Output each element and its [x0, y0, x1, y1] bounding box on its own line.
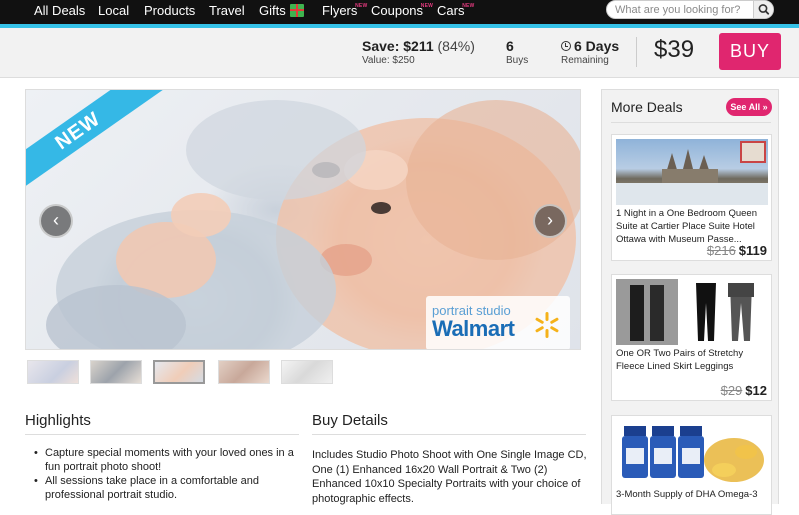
- new-badge: NEW: [355, 3, 368, 9]
- savings-amount: Save: $211 (84%): [362, 38, 475, 54]
- nav-cars-label: Cars: [437, 3, 465, 18]
- nav-gifts-label: Gifts: [259, 3, 286, 18]
- deal-card-title: 3-Month Supply of DHA Omega-3: [616, 489, 758, 500]
- list-item: Capture special moments with your loved …: [32, 446, 302, 474]
- supplement-photo: [622, 426, 764, 482]
- buy-details-rule: [312, 434, 586, 435]
- buy-details-heading: Buy Details: [312, 412, 388, 429]
- old-price: $216: [706, 243, 736, 258]
- save-label: Save: $211: [362, 38, 434, 54]
- spark-icon: [535, 312, 559, 338]
- deal-bar: Save: $211 (84%) Value: $250 6 Buys 6 Da…: [0, 28, 799, 78]
- original-value: Value: $250: [362, 55, 415, 66]
- search-input[interactable]: [615, 2, 753, 18]
- next-slide-button[interactable]: ›: [533, 204, 567, 238]
- deal-card-image: [616, 139, 768, 205]
- deal-card[interactable]: 1 Night in a One Bedroom Queen Suite at …: [611, 134, 772, 261]
- deal-card[interactable]: One OR Two Pairs of Stretchy Fleece Line…: [611, 274, 772, 401]
- hotel-photo: [616, 141, 768, 205]
- buys-count: 6: [506, 38, 514, 54]
- buy-button[interactable]: BUY: [719, 33, 781, 70]
- new-badge: NEW: [462, 3, 475, 9]
- hero-image: NEW ‹ › portrait studio Walmart: [25, 89, 581, 350]
- new-price: $12: [745, 383, 767, 398]
- deal-card-image: [616, 420, 768, 486]
- new-price: $119: [738, 243, 767, 258]
- leggings-photo: [616, 279, 754, 345]
- deal-price: $39: [654, 36, 695, 63]
- deal-card-title: One OR Two Pairs of Stretchy Fleece Line…: [616, 348, 744, 372]
- days-value: 6 Days: [574, 38, 620, 54]
- thumbnail-2[interactable]: [90, 360, 142, 384]
- search-box: [606, 0, 774, 19]
- old-price: $29: [720, 383, 743, 398]
- deal-card-image: [616, 279, 768, 345]
- highlights-list: Capture special moments with your loved …: [32, 446, 302, 502]
- highlights-rule: [25, 434, 299, 435]
- divider: [636, 37, 637, 67]
- more-deals-title: More Deals: [611, 99, 683, 115]
- remaining-label: Remaining: [561, 55, 609, 66]
- nav-flyers[interactable]: Flyers NEW: [322, 2, 367, 20]
- buys-label: Buys: [506, 55, 529, 66]
- more-deals-sidebar: More Deals See All » 1 Night in a One Be…: [601, 89, 779, 515]
- days-remaining: 6 Days: [561, 38, 619, 54]
- search-button[interactable]: [753, 1, 773, 18]
- clock-icon: [561, 41, 571, 51]
- chevron-left-icon: ‹: [53, 210, 59, 230]
- nav-gifts[interactable]: Gifts: [259, 2, 304, 20]
- nav-flyers-label: Flyers: [322, 3, 358, 18]
- nav-local[interactable]: Local: [98, 2, 129, 20]
- nav-coupons[interactable]: Coupons NEW: [371, 2, 433, 20]
- deal-card-price: $29 $12: [721, 383, 767, 398]
- deal-card[interactable]: 3-Month Supply of DHA Omega-3: [611, 415, 772, 515]
- thumbnail-1[interactable]: [27, 360, 79, 384]
- previous-slide-button[interactable]: ‹: [39, 204, 73, 238]
- thumbnail-4[interactable]: [218, 360, 270, 384]
- sidebar-rule: [611, 122, 771, 123]
- top-nav: All Deals Local Products Travel Gifts Fl…: [0, 0, 799, 24]
- buy-details-text: Includes Studio Photo Shoot with One Sin…: [312, 449, 587, 505]
- gift-icon: [289, 4, 304, 17]
- nav-coupons-label: Coupons: [371, 3, 424, 18]
- chevron-right-icon: ›: [547, 210, 553, 230]
- thumbnail-5[interactable]: [281, 360, 333, 384]
- new-badge: NEW: [420, 3, 434, 9]
- nav-cars[interactable]: Cars NEW: [437, 2, 474, 20]
- see-all-button[interactable]: See All »: [726, 98, 772, 116]
- brand-logo: portrait studio Walmart: [426, 296, 570, 349]
- nav-travel[interactable]: Travel: [209, 2, 245, 20]
- highlights-heading: Highlights: [25, 412, 91, 429]
- deal-card-title: 1 Night in a One Bedroom Queen Suite at …: [616, 208, 758, 245]
- nav-all-deals[interactable]: All Deals: [34, 2, 85, 20]
- brand-name: Walmart: [432, 316, 515, 341]
- save-percent: (84%): [437, 38, 475, 54]
- nav-products[interactable]: Products: [144, 2, 195, 20]
- search-icon: [758, 4, 770, 15]
- list-item: All sessions take place in a comfortable…: [32, 474, 302, 502]
- thumbnail-3[interactable]: [153, 360, 205, 384]
- deal-card-price: $216 $119: [707, 243, 767, 258]
